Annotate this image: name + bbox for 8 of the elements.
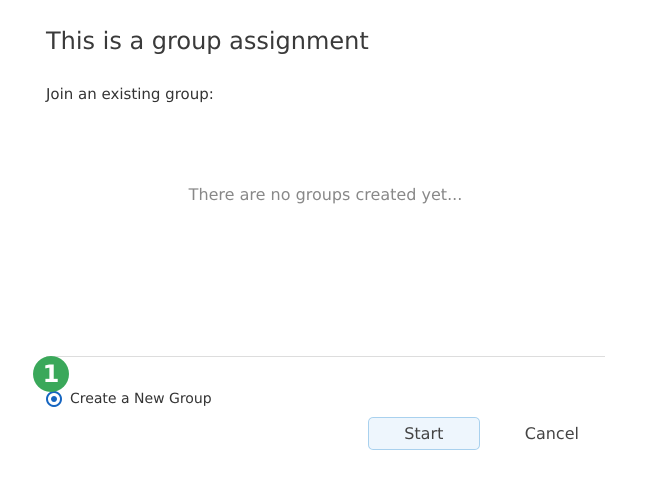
option-label[interactable]: Create a New Group [70,391,212,407]
dialog-title: This is a group assignment [46,26,370,56]
radio-button[interactable] [46,391,62,407]
join-label: Join an existing group: [46,84,215,104]
cancel-button[interactable]: Cancel [524,417,605,450]
step-badge: 1 [33,356,69,392]
start-button[interactable]: Start [368,417,480,450]
empty-message: There are no groups created yet... [188,184,464,206]
